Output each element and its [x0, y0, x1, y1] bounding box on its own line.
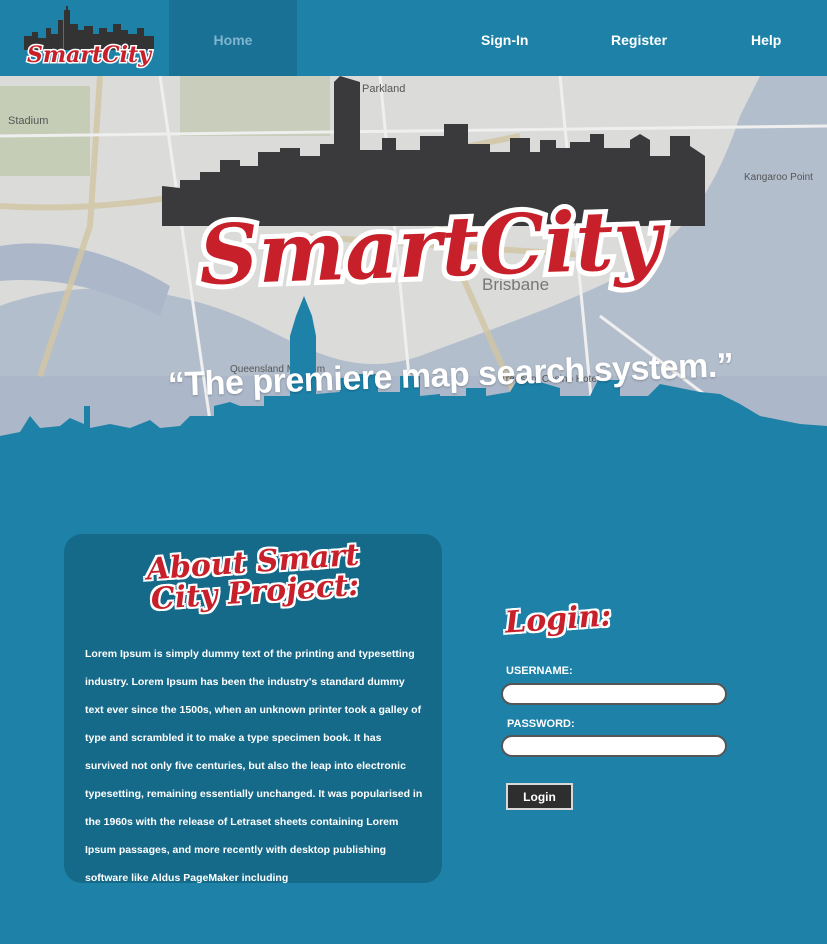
- username-label: USERNAME:: [506, 665, 573, 677]
- about-panel: About Smart City Project: Lorem Ipsum is…: [64, 534, 442, 884]
- login-title: Login:: [503, 598, 613, 641]
- nav-signin[interactable]: Sign-In: [481, 0, 528, 76]
- hero-banner: Stadium Parkland Brisbane Treasury Casin…: [0, 76, 827, 490]
- about-title: About Smart City Project:: [122, 538, 386, 618]
- hero-brand-wordmark: SmartCity: [197, 192, 668, 304]
- top-navbar: SmartCity Home Sign-In Register Help: [0, 0, 827, 76]
- smartcity-logo[interactable]: SmartCity: [18, 6, 160, 70]
- password-label: PASSWORD:: [507, 718, 575, 730]
- skyline-illustration: SmartCity: [0, 76, 827, 490]
- username-input[interactable]: [501, 683, 727, 705]
- nav-help[interactable]: Help: [751, 0, 781, 76]
- login-button[interactable]: Login: [506, 783, 573, 810]
- nav-home[interactable]: Home: [169, 0, 297, 76]
- nav-register[interactable]: Register: [611, 0, 667, 76]
- logo-text: SmartCity: [27, 42, 153, 68]
- about-body-text: Lorem Ipsum is simply dummy text of the …: [85, 648, 423, 884]
- password-input[interactable]: [501, 735, 727, 757]
